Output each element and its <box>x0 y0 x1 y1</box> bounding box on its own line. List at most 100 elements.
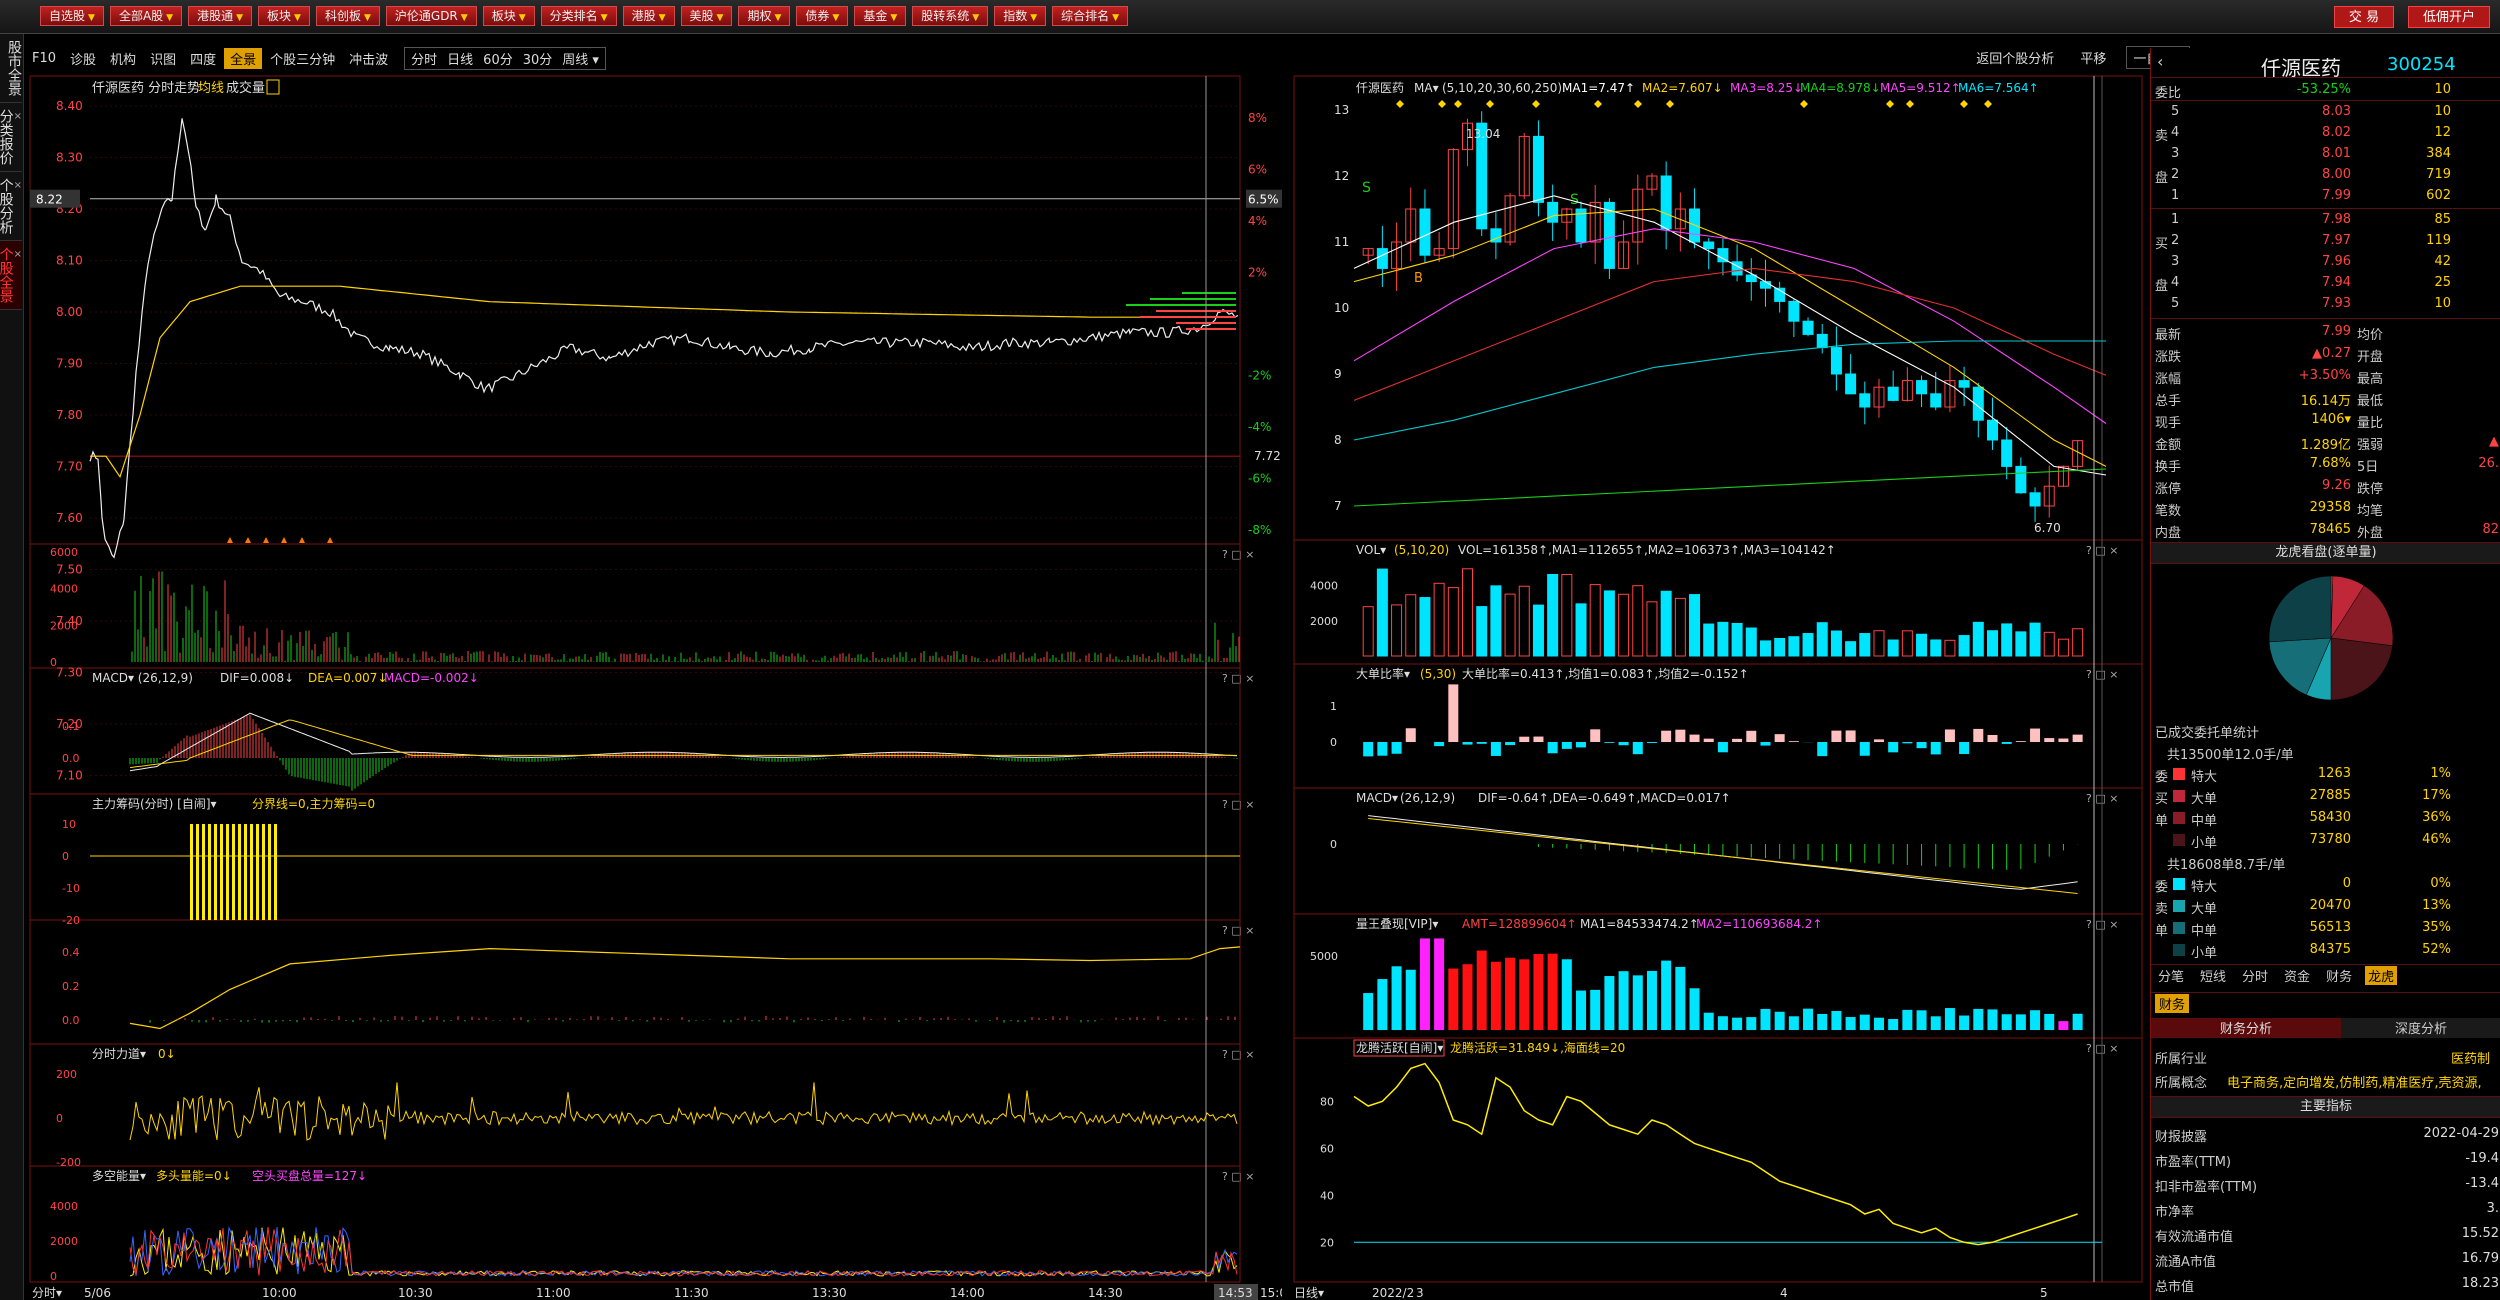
fin-analysis-tab[interactable]: 财务分析 <box>2151 1018 2341 1038</box>
toolbar-item[interactable]: 四度 <box>184 48 222 69</box>
panel-close-icon[interactable]: ? □ × <box>1222 1170 1254 1183</box>
top-menu-label: 板块 <box>491 9 516 23</box>
panel-close-icon[interactable]: ? □ × <box>1222 548 1254 561</box>
price-tick-label: 7.10 <box>56 769 83 783</box>
quote-tab[interactable]: 资金 <box>2281 966 2313 985</box>
time-axis-label[interactable]: 分时▾ <box>32 1286 62 1300</box>
qw-title[interactable]: 量王叠现[VIP]▾ <box>1356 917 1438 931</box>
period-option[interactable]: 分时 <box>411 49 437 68</box>
dropdown-arrow-icon: ▼ <box>460 13 468 23</box>
top-menu-item[interactable]: 板块 ▼ <box>258 6 310 26</box>
quote-tab[interactable]: 财务 <box>2323 966 2355 985</box>
stat-value-2: 26. <box>2478 456 2499 471</box>
stat-label-2: 强弱 <box>2357 438 2384 453</box>
period-option[interactable]: 周线 ▾ <box>562 49 599 68</box>
date-axis-label: 2022/2 <box>1372 1286 1414 1300</box>
side-char: 单 <box>2155 814 2169 829</box>
bid-volume: 42 <box>2434 254 2451 269</box>
volume-label: 成交量 <box>226 80 265 96</box>
intraday-subpanel-frame <box>29 543 1241 669</box>
top-menu-item[interactable]: 分类排名 ▼ <box>540 6 617 26</box>
top-menu-item[interactable]: 股转系统 ▼ <box>912 6 989 26</box>
top-menu-item[interactable]: 科创板 ▼ <box>315 6 380 26</box>
period-option[interactable]: 30分 <box>523 49 553 68</box>
top-menu-item[interactable]: 指数 ▼ <box>994 6 1047 26</box>
close-icon[interactable]: × <box>14 109 22 125</box>
trade-button[interactable]: 交 易 <box>2333 6 2394 28</box>
period-option[interactable]: 日线 <box>447 49 473 68</box>
fin-tab[interactable]: 财务 <box>2155 994 2190 1013</box>
stat-value: 1.289亿 <box>2300 438 2351 453</box>
period-option[interactable]: 60分 <box>483 49 513 68</box>
lt-title[interactable]: 龙腾活跃[自闹]▾ <box>1356 1040 1443 1055</box>
top-menu-item[interactable]: 板块 ▼ <box>482 6 535 26</box>
toolbar-item[interactable]: F10 <box>26 50 62 67</box>
stat-label-2: 5日 <box>2357 460 2379 475</box>
top-menu-label: 期权 <box>747 9 772 23</box>
top-menu-item[interactable]: 港股通 ▼ <box>188 6 253 26</box>
fin-value: 3. <box>2486 1201 2499 1216</box>
panel-close-icon[interactable]: ? □ × <box>1222 924 1254 937</box>
ask-row: 1 7.99 602 <box>2151 186 2500 206</box>
top-menu-item[interactable]: 港股 ▼ <box>622 6 675 26</box>
ask-row: 卖 4 8.02 12 <box>2151 123 2500 144</box>
toolbar-item[interactable]: 机构 <box>104 48 142 69</box>
top-menu-item[interactable]: 自选股 ▼ <box>40 6 104 26</box>
qw-amt: AMT=128899604↑ <box>1462 917 1577 931</box>
intraday-chart-area[interactable]: ? □ × ? □ × ? □ × ? □ × ? □ × ? □ × 8.40 8.30 8.… <box>26 72 1282 1300</box>
toolbar-item[interactable]: 冲击波 <box>343 48 394 69</box>
deep-analysis-tab[interactable]: 深度分析 <box>2341 1018 2500 1038</box>
top-menu-item[interactable]: 全部A股 ▼ <box>109 6 183 26</box>
open-account-button[interactable]: 低佣开户 <box>2407 6 2490 28</box>
quote-tab[interactable]: 短线 <box>2197 966 2229 985</box>
big-ratio-title[interactable]: 大单比率▾ <box>1356 666 1410 681</box>
bid-price: 7.96 <box>2322 254 2351 269</box>
toolbar-right-item[interactable]: 返回个股分析 <box>1970 47 2060 68</box>
stat-label-2: 最高 <box>2357 372 2384 387</box>
quote-tab[interactable]: 分笔 <box>2155 966 2187 985</box>
top-menu-item[interactable]: 债券 ▼ <box>796 6 849 26</box>
left-tab[interactable]: × 个股全景 <box>0 241 22 310</box>
dk-value-short: 空头买盘总量=127↓ <box>252 1168 367 1183</box>
bid-price: 7.98 <box>2322 212 2351 227</box>
stat-row: 最新 7.99 均价 <box>2151 322 2500 343</box>
close-icon[interactable]: × <box>14 178 22 194</box>
top-menu-item[interactable]: 沪伦通GDR ▼ <box>385 6 477 26</box>
level: 5 <box>2171 104 2180 119</box>
ma-label[interactable]: MA▾ <box>1414 81 1439 95</box>
intraday-avg-line <box>90 285 1234 479</box>
date-axis-label[interactable]: 日线▾ <box>1294 1286 1324 1300</box>
panel-close-icon[interactable]: ? □ × <box>1222 1048 1254 1061</box>
panel-close-icon[interactable]: ? □ × <box>1222 672 1254 685</box>
left-tab[interactable]: 股市全景 <box>0 34 22 103</box>
quote-tab[interactable]: 龙虎 <box>2365 966 2398 985</box>
time-axis-label: 14:30 <box>1088 1286 1123 1300</box>
toolbar-item[interactable]: 全景 <box>224 47 263 69</box>
top-menu-item[interactable]: 基金 ▼ <box>854 6 907 26</box>
toolbar-item[interactable]: 识图 <box>144 48 182 69</box>
daily-chart-area[interactable]: ? □ ×? □ ×? □ ×? □ ×? □ ×仟源医药 MA▾ (5,10,20… <box>1290 72 2146 1300</box>
p4-tick-label: 0.0 <box>62 1014 80 1027</box>
close-icon[interactable]: × <box>14 247 22 263</box>
level: 5 <box>2171 296 2180 311</box>
left-tab[interactable]: × 分类报价 <box>0 103 22 172</box>
dk-tick-label: 2000 <box>50 1235 78 1248</box>
quote-tab[interactable]: 分时 <box>2239 966 2271 985</box>
toolbar-item[interactable]: 诊股 <box>64 48 102 69</box>
time-axis-label: 14:53 <box>1218 1286 1253 1300</box>
panel-close-icon[interactable]: ? □ × <box>1222 798 1254 811</box>
intraday-subpanel-frame <box>29 75 1241 545</box>
daily-macd-title[interactable]: MACD▾ <box>1356 791 1398 805</box>
top-menu-item[interactable]: 期权 ▼ <box>738 6 791 26</box>
toolbar-item[interactable]: 个股三分钟 <box>264 48 341 69</box>
toolbar-right-item[interactable]: 平移 <box>2074 47 2112 68</box>
left-tab[interactable]: × 个股分析 <box>0 172 22 241</box>
order-volume: 20470 <box>2309 898 2351 913</box>
vol-title[interactable]: VOL▾ <box>1356 543 1386 557</box>
top-menu-item[interactable]: 美股 ▼ <box>680 6 733 26</box>
candlestick <box>2001 439 2013 467</box>
top-menu-item[interactable]: 综合排名 ▼ <box>1052 6 1129 26</box>
dropdown-box-icon[interactable] <box>266 79 280 95</box>
back-chevron-icon[interactable]: ‹ <box>2157 52 2163 71</box>
daily-subpanel-frame <box>1293 75 2143 541</box>
